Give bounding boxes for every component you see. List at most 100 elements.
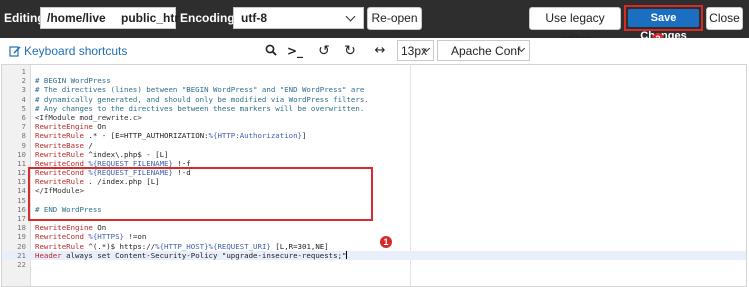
text-caret — [346, 250, 348, 259]
line-text: RewriteBase / — [35, 141, 93, 150]
wrap-toggle-icon[interactable]: ↔ — [369, 42, 391, 60]
code-token: RewriteEngine — [35, 122, 93, 132]
line-number: 2 — [21, 76, 26, 86]
line-number: 6 — [21, 112, 26, 122]
code-token: # The directives (lines) between "BEGIN … — [35, 85, 365, 95]
code-token: RewriteRule — [35, 149, 84, 159]
encoding-value: utf-8 — [241, 11, 267, 25]
code-token: ^index\.php$ - [L] — [83, 149, 169, 159]
line-text: RewriteRule .* - [E=HTTP_AUTHORIZATION:%… — [35, 131, 306, 140]
line-number: 12 — [17, 168, 26, 178]
line-text: RewriteEngine On — [35, 223, 106, 232]
code-highlight-box — [28, 167, 373, 221]
code-token: # BEGIN WordPress — [35, 76, 111, 86]
code-line[interactable]: 8 RewriteRule .* - [E=HTTP_AUTHORIZATION:… — [2, 131, 746, 140]
line-text: RewriteRule ^(.*)$ https://%{HTTP_HOST}%… — [35, 242, 329, 251]
step-marker-1: 1 — [380, 236, 392, 248]
code-token: %{HTTP:Authorization} — [208, 131, 302, 141]
edit-icon — [9, 46, 21, 57]
code-token: .* - [E=HTTP_AUTHORIZATION: — [83, 131, 209, 141]
search-icon[interactable] — [260, 42, 282, 60]
line-number: 4 — [21, 94, 26, 104]
line-number: 16 — [17, 204, 26, 214]
line-number: 3 — [21, 85, 26, 95]
code-token: always set Content-Security-Policy "upgr… — [61, 250, 347, 260]
keyboard-shortcuts-link[interactable]: Keyboard shortcuts — [9, 44, 127, 58]
code-line[interactable]: 6 <IfModule mod_rewrite.c> — [2, 113, 746, 122]
keyboard-shortcuts-label: Keyboard shortcuts — [24, 44, 128, 58]
line-number: 1 — [21, 67, 26, 76]
line-text: # The directives (lines) between "BEGIN … — [35, 85, 364, 94]
code-line[interactable]: 20 RewriteRule ^(.*)$ https://%{HTTP_HOST… — [2, 242, 746, 251]
line-number: 8 — [21, 131, 26, 141]
code-token: On — [92, 223, 107, 233]
code-line[interactable]: 19 RewriteCond %{HTTPS} !=on — [2, 232, 746, 241]
syntax-mode-select[interactable]: Apache Conf — [437, 40, 530, 61]
encoding-label: Encoding: — [180, 11, 239, 25]
code-line[interactable]: 9 RewriteBase / — [2, 141, 746, 150]
code-token: Header — [35, 250, 62, 260]
code-line[interactable]: 4 # dynamically generated, and should onl… — [2, 95, 746, 104]
line-number: 5 — [21, 103, 26, 113]
file-path-part1: /home/live — [47, 11, 106, 25]
reopen-button[interactable]: Re-open — [367, 7, 422, 30]
save-highlight-box: Save Changes — [624, 5, 703, 42]
line-number: 7 — [21, 122, 26, 132]
code-token: %{HTTPS} — [88, 232, 125, 242]
line-number: 13 — [17, 177, 26, 187]
line-text: # Any changes to the directives between … — [35, 104, 364, 113]
code-line[interactable]: 21 Header always set Content-Security-Pol… — [2, 250, 746, 260]
code-line[interactable]: 3 # The directives (lines) between "BEGIN… — [2, 85, 746, 94]
code-line[interactable]: 18 RewriteEngine On — [2, 223, 746, 232]
line-text: RewriteCond %{HTTPS} !=on — [35, 232, 146, 241]
encoding-select[interactable]: utf-8 — [233, 7, 364, 29]
code-line[interactable]: 10 RewriteRule ^index\.php$ - [L] — [2, 150, 746, 159]
close-button[interactable]: Close — [706, 7, 743, 30]
chevron-down-icon — [345, 11, 356, 22]
code-token: # Any changes to the directives between … — [35, 103, 365, 113]
code-token: # dynamically generated, and should only… — [35, 94, 369, 104]
code-token: ^(.*)$ https:// — [83, 241, 156, 251]
line-number: 9 — [21, 140, 26, 150]
line-number: 21 — [17, 250, 26, 260]
code-token: %{HTTP_HOST}%{REQUEST_URI} — [155, 241, 271, 251]
redo-icon[interactable]: ↻ — [339, 42, 361, 60]
line-number: 18 — [17, 223, 26, 233]
use-legacy-editor-button[interactable]: Use legacy editor — [529, 7, 621, 46]
line-number: 11 — [17, 158, 26, 168]
code-token: [L,R=301,NE] — [270, 241, 329, 251]
code-line[interactable]: 22 — [2, 260, 746, 269]
file-path-field[interactable]: /home/live public_htr — [40, 7, 179, 29]
line-number: 20 — [17, 241, 26, 251]
code-token: RewriteRule — [35, 131, 84, 141]
code-line[interactable]: 5 # Any changes to the directives between… — [2, 104, 746, 113]
code-token: / — [83, 140, 93, 150]
code-line[interactable]: 2 # BEGIN WordPress — [2, 76, 746, 85]
code-line[interactable]: 1 — [2, 67, 746, 76]
line-number: 22 — [17, 259, 26, 269]
line-number: 19 — [17, 232, 26, 242]
line-text: Header always set Content-Security-Polic… — [35, 250, 348, 260]
line-number: 10 — [17, 149, 26, 159]
line-text: RewriteRule ^index\.php$ - [L] — [35, 150, 169, 159]
goto-line-icon[interactable]: >_ — [284, 42, 306, 60]
line-text: <IfModule mod_rewrite.c> — [35, 113, 142, 122]
line-text: RewriteEngine On — [35, 122, 106, 131]
font-size-select[interactable]: 13px — [397, 40, 434, 61]
code-token: RewriteRule — [35, 241, 84, 251]
save-changes-button[interactable]: Save Changes — [628, 9, 699, 42]
line-text: # BEGIN WordPress — [35, 76, 111, 85]
code-token: RewriteBase — [35, 140, 84, 150]
undo-icon[interactable]: ↺ — [313, 42, 335, 60]
font-size-value: 13px — [401, 44, 428, 58]
code-token: On — [92, 122, 107, 132]
line-text: # dynamically generated, and should only… — [35, 95, 369, 104]
code-token: ] — [302, 131, 307, 141]
search-icon-glyph — [265, 44, 277, 56]
line-number: 15 — [17, 195, 26, 205]
syntax-mode-value: Apache Conf — [451, 44, 521, 58]
code-line[interactable]: 7 RewriteEngine On — [2, 122, 746, 131]
code-token: RewriteCond — [35, 232, 84, 242]
code-token: RewriteEngine — [35, 223, 93, 233]
line-number: 17 — [17, 214, 26, 223]
